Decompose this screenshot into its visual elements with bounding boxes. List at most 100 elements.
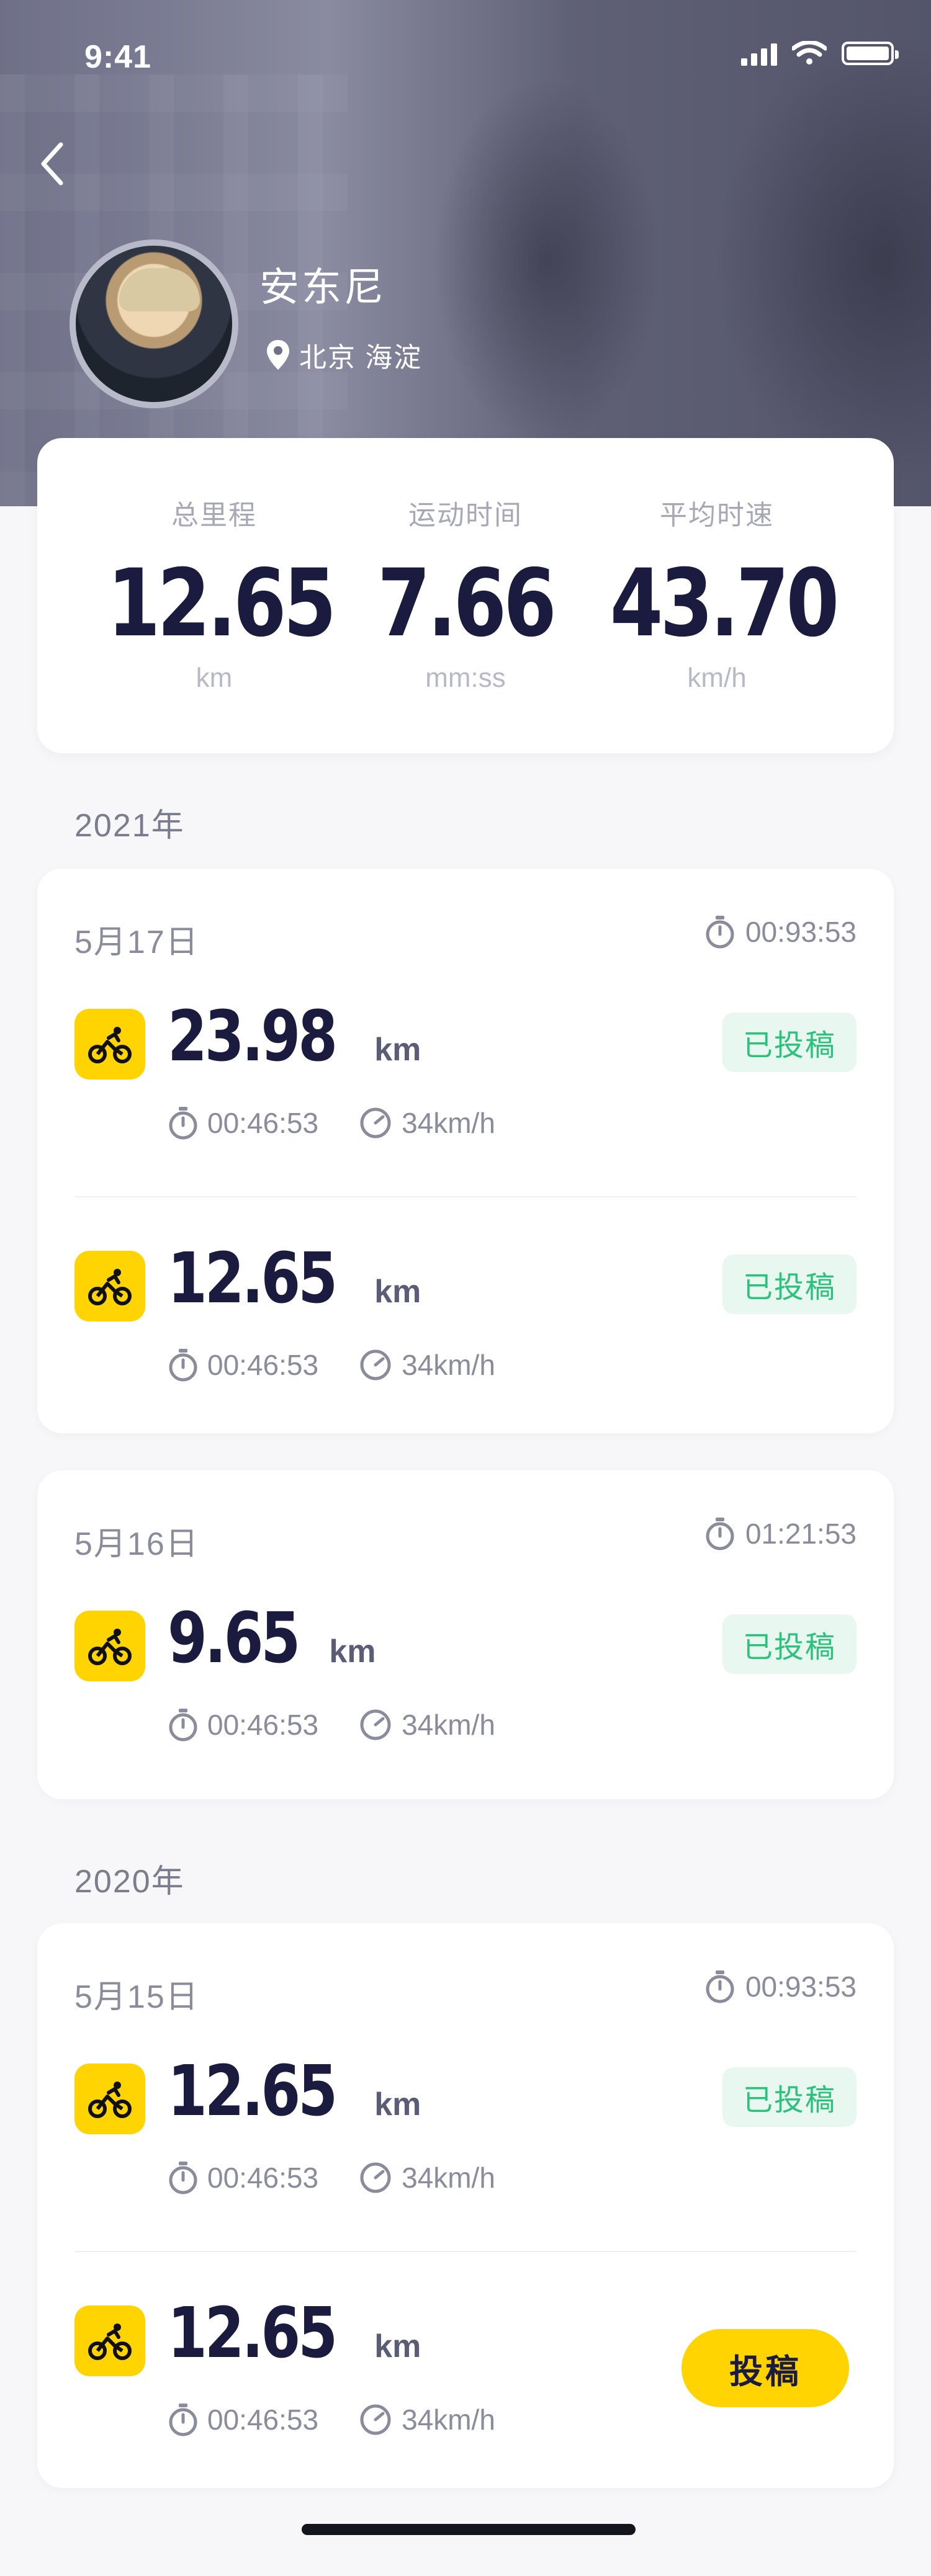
ride-distance-value: 12.65: [168, 2293, 338, 2374]
day-card: 5月17日 00:93:53 23.98 km 00:46:53 34km/h …: [37, 869, 894, 1433]
total-time-text: 00:93:53: [745, 916, 857, 948]
day-date: 5月15日: [74, 1979, 199, 2015]
ride-entry[interactable]: 12.65 km 00:46:53 34km/h 已投稿: [74, 1238, 857, 1400]
ride-entry[interactable]: 12.65 km 00:46:53 34km/h 投稿: [74, 2293, 857, 2454]
ride-duration: 00:46:53: [168, 1348, 318, 1382]
ride-meta: 00:46:53 34km/h: [168, 2402, 495, 2437]
speedometer-icon: [360, 2162, 391, 2193]
avatar[interactable]: [70, 239, 238, 408]
ride-speed-text: 34km/h: [402, 1107, 495, 1139]
ride-distance-unit: km: [329, 1634, 376, 1670]
home-indicator[interactable]: [302, 2524, 636, 2535]
ride-distance: 12.65 km: [168, 1238, 421, 1319]
ride-distance-unit: km: [374, 1274, 421, 1310]
ride-speed: 34km/h: [358, 1106, 495, 1140]
ride-distance: 23.98 km: [168, 996, 421, 1077]
status-icons: [741, 41, 899, 66]
wifi-icon: [792, 41, 827, 65]
stat-exercise-time: 运动时间 7.66 mm:ss: [335, 438, 596, 694]
ride-speed: 34km/h: [358, 2160, 495, 2195]
total-time-text: 00:93:53: [745, 1970, 857, 2003]
ride-speed-text: 34km/h: [402, 2162, 495, 2194]
stopwatch-icon: [169, 1349, 197, 1382]
day-card: 5月15日 00:93:53 12.65 km 00:46:53 34km/h …: [37, 1923, 894, 2488]
ride-distance: 9.65 km: [168, 1598, 376, 1679]
ride-speed-text: 34km/h: [402, 1349, 495, 1381]
ride-entry[interactable]: 9.65 km 00:46:53 34km/h 已投稿: [74, 1598, 857, 1760]
submitted-badge: 已投稿: [722, 1013, 857, 1072]
day-date: 5月16日: [74, 1526, 199, 1562]
cyclist-icon: [74, 2305, 145, 2376]
ride-meta: 00:46:53 34km/h: [168, 1348, 495, 1382]
stat-value: 12.65: [107, 550, 336, 658]
ride-speed: 34km/h: [358, 1348, 495, 1382]
battery-icon: [842, 42, 899, 65]
ride-distance-value: 23.98: [168, 996, 338, 1077]
cellular-signal-icon: [741, 41, 777, 66]
ride-meta: 00:46:53 34km/h: [168, 1707, 495, 1742]
cyclist-icon: [74, 1611, 145, 1681]
ride-duration: 00:46:53: [168, 1106, 318, 1140]
stopwatch-icon: [706, 1970, 734, 2003]
ride-meta: 00:46:53 34km/h: [168, 2160, 495, 2195]
ride-speed: 34km/h: [358, 2402, 495, 2437]
ride-duration-text: 00:46:53: [207, 1107, 319, 1139]
ride-distance-value: 9.65: [168, 1598, 300, 1679]
cyclist-icon: [74, 2064, 145, 2134]
stopwatch-icon: [169, 2404, 197, 2436]
year-heading: 2021年: [74, 808, 185, 844]
ride-duration-text: 00:46:53: [207, 1349, 319, 1381]
ride-distance-unit: km: [374, 2328, 421, 2364]
total-time-text: 01:21:53: [745, 1518, 857, 1550]
ride-meta: 00:46:53 34km/h: [168, 1106, 495, 1140]
ride-duration-text: 00:46:53: [207, 2162, 319, 2194]
stat-value: 43.70: [609, 550, 839, 658]
speedometer-icon: [360, 2404, 391, 2435]
location-pin-icon: [267, 340, 289, 370]
cyclist-icon: [74, 1251, 145, 1322]
cyclist-icon: [74, 1009, 145, 1080]
stopwatch-icon: [169, 2162, 197, 2194]
stopwatch-icon: [169, 1107, 197, 1140]
year-heading: 2020年: [74, 1864, 185, 1900]
day-total-time: 00:93:53: [704, 1969, 857, 2004]
stat-label: 运动时间: [408, 500, 523, 530]
user-name: 安东尼: [259, 265, 386, 310]
speedometer-icon: [360, 1349, 391, 1380]
ride-entry[interactable]: 23.98 km 00:46:53 34km/h 已投稿: [74, 996, 857, 1158]
user-location: 北京 海淀: [266, 335, 422, 375]
stat-total-distance: 总里程 12.65 km: [84, 438, 344, 694]
stopwatch-icon: [169, 1709, 197, 1742]
status-time: 9:41: [84, 39, 152, 75]
ride-speed: 34km/h: [358, 1707, 495, 1742]
ride-distance-value: 12.65: [168, 1238, 338, 1319]
ride-distance: 12.65 km: [168, 2051, 421, 2132]
ride-distance-unit: km: [374, 2086, 421, 2122]
stat-label: 平均时速: [660, 500, 774, 530]
stopwatch-icon: [706, 916, 734, 949]
speedometer-icon: [360, 1107, 391, 1138]
ride-speed-text: 34km/h: [402, 1709, 495, 1741]
ride-distance-unit: km: [374, 1032, 421, 1068]
profile-header: 9:41 安东尼 北京 海淀: [0, 0, 931, 506]
ride-entry[interactable]: 12.65 km 00:46:53 34km/h 已投稿: [74, 2051, 857, 2212]
ride-duration-text: 00:46:53: [207, 1709, 319, 1741]
submit-button[interactable]: 投稿: [681, 2329, 849, 2407]
stopwatch-icon: [706, 1518, 734, 1550]
submitted-badge: 已投稿: [722, 2067, 857, 2127]
speedometer-icon: [360, 1709, 391, 1740]
ride-duration: 00:46:53: [168, 1707, 318, 1742]
ride-distance: 12.65 km: [168, 2293, 421, 2374]
ride-duration-text: 00:46:53: [207, 2404, 319, 2436]
location-text: 北京 海淀: [299, 342, 423, 373]
ride-speed-text: 34km/h: [402, 2404, 495, 2436]
ride-distance-value: 12.65: [168, 2051, 338, 2132]
divider: [74, 2251, 857, 2252]
stat-unit: km/h: [687, 663, 747, 693]
day-total-time: 00:93:53: [704, 915, 857, 949]
ride-duration: 00:46:53: [168, 2402, 318, 2437]
submitted-badge: 已投稿: [722, 1614, 857, 1674]
back-button[interactable]: [34, 139, 71, 189]
stat-label: 总里程: [171, 500, 257, 530]
day-card: 5月16日 01:21:53 9.65 km 00:46:53 34km/h 已…: [37, 1470, 894, 1799]
